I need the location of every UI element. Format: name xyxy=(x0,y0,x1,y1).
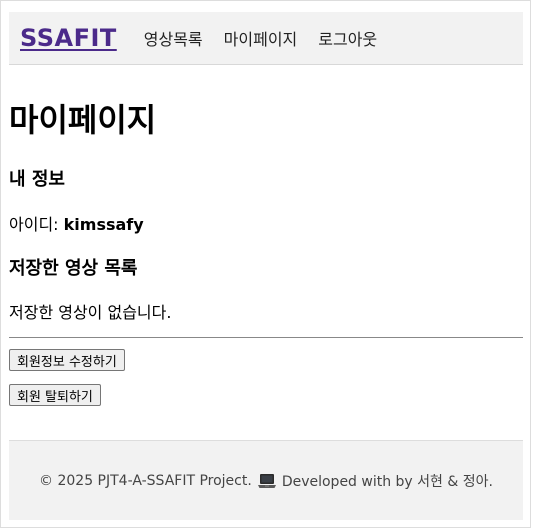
page-container: SSAFIT 영상목록 마이페이지 로그아웃 마이페이지 내 정보 아이디: k… xyxy=(9,12,523,520)
top-nav-bar: SSAFIT 영상목록 마이페이지 로그아웃 xyxy=(9,12,523,65)
logo-link[interactable]: SSAFIT xyxy=(20,24,117,52)
laptop-icon xyxy=(257,473,277,489)
nav-link-video-list[interactable]: 영상목록 xyxy=(144,26,203,50)
my-info-heading: 내 정보 xyxy=(9,169,65,190)
footer: © 2025 PJT4-A-SSAFIT Project. Developed … xyxy=(9,440,523,520)
nav-link-mypage[interactable]: 마이페이지 xyxy=(224,26,298,50)
nav-link-logout[interactable]: 로그아웃 xyxy=(318,26,377,50)
section-divider xyxy=(9,337,523,338)
footer-copyright: © 2025 PJT4-A-SSAFIT Project. xyxy=(39,472,252,489)
withdraw-account-button[interactable]: 회원 탈퇴하기 xyxy=(9,384,101,406)
footer-credits: Developed with by 서현 & 정아. xyxy=(281,473,493,490)
user-id-value: kimssafy xyxy=(63,215,144,234)
edit-profile-button[interactable]: 회원정보 수정하기 xyxy=(9,349,125,371)
user-id-line: 아이디: kimssafy xyxy=(9,211,144,235)
saved-videos-heading: 저장한 영상 목록 xyxy=(9,258,138,279)
user-id-label: 아이디: xyxy=(9,215,64,234)
page-title: 마이페이지 xyxy=(9,101,157,139)
saved-videos-empty-message: 저장한 영상이 없습니다. xyxy=(9,303,172,322)
